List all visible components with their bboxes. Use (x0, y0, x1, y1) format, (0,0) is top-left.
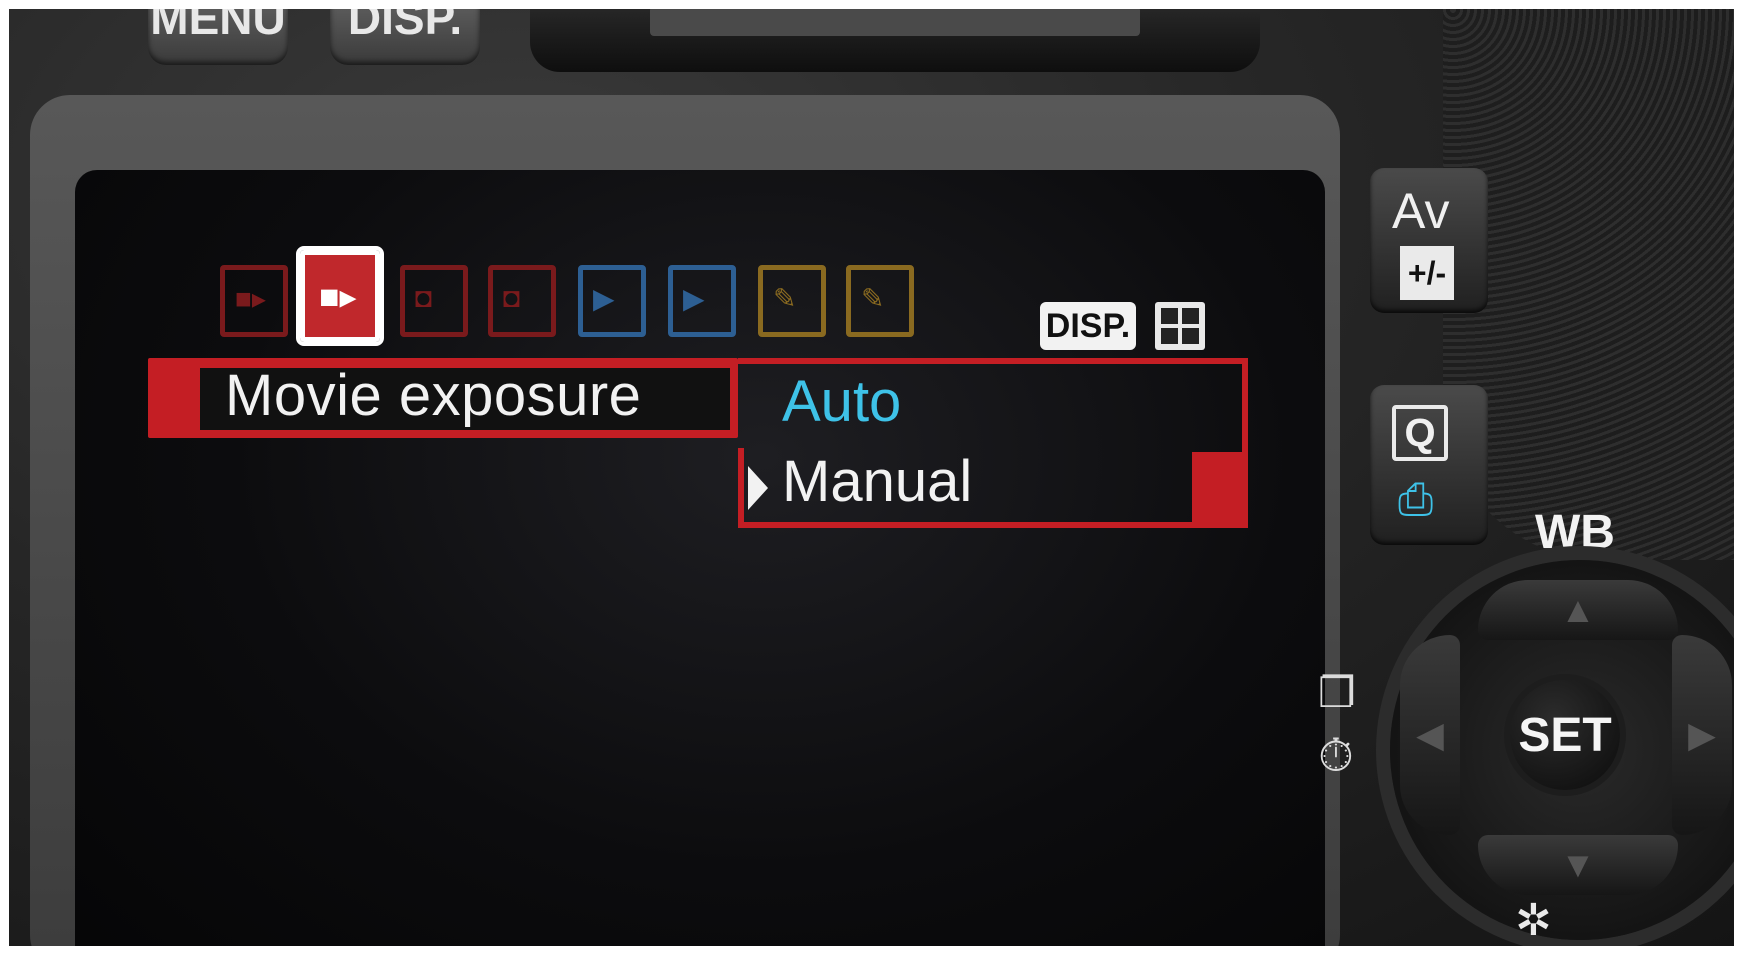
options-box-tail (1192, 452, 1248, 528)
quick-control-button[interactable]: Q ⎙ (1370, 385, 1488, 545)
menu-item-label: Movie exposure (225, 363, 642, 428)
av-button[interactable]: Av +/- (1370, 168, 1488, 313)
dpad-down[interactable]: ▼ (1478, 835, 1678, 895)
q-label: Q (1392, 405, 1448, 461)
tab-shoot-2[interactable]: ◘ (488, 265, 556, 337)
dpad-left[interactable]: ◀ (1400, 635, 1460, 835)
tab-playback-2[interactable]: ▶ (668, 265, 736, 337)
camera-icon: ◘ (503, 282, 520, 313)
tab-setup-1[interactable]: ✎ (758, 265, 826, 337)
set-button[interactable]: SET (1510, 680, 1620, 790)
exposure-compensation-icon: +/- (1400, 246, 1454, 300)
tab-playback-1[interactable]: ▶ (578, 265, 646, 337)
tab-setup-2[interactable]: ✎ (846, 265, 914, 337)
disp-button-label: DISP. (347, 0, 463, 44)
movie-camera-icon: ■▸ (319, 278, 357, 316)
camera-back-photo: MENU DISP. ■▸ ■▸ ◘ ◘ ▶ ▶ ✎ ✎ DISP. Movie… (0, 0, 1743, 955)
movie-camera-icon: ■▸ (235, 283, 266, 314)
menu-button-label: MENU (150, 0, 286, 44)
rubber-grip (1443, 0, 1743, 560)
wrench-icon: ✎ (773, 283, 797, 314)
wb-label: WB (1535, 506, 1615, 559)
viewfinder-eyecup (530, 0, 1260, 72)
disp-badge-label: DISP. (1045, 306, 1131, 345)
av-label: Av (1392, 183, 1450, 239)
menu-button[interactable]: MENU (148, 0, 288, 65)
set-label: SET (1518, 708, 1612, 762)
option-auto[interactable]: Auto (782, 368, 901, 435)
viewfinder-window (650, 6, 1140, 36)
arrow-up-icon: ▲ (1560, 589, 1596, 630)
dpad-right[interactable]: ▶ (1672, 635, 1732, 835)
print-icon: ⎙ (1398, 475, 1434, 524)
disp-badge: DISP. (1040, 302, 1136, 350)
arrow-down-icon: ▼ (1560, 844, 1596, 885)
tab-shoot-1[interactable]: ◘ (400, 265, 468, 337)
drive-mode-icon: ❐ (1318, 669, 1356, 716)
tab-movie-2[interactable]: ■▸ (296, 246, 384, 346)
selection-cursor-icon (748, 466, 768, 510)
playback-icon: ▶ (683, 283, 705, 314)
dpad-up[interactable]: ▲ (1478, 580, 1678, 640)
option-manual[interactable]: Manual (782, 448, 972, 515)
flash-icon: ✲ (1515, 896, 1552, 945)
disp-button[interactable]: DISP. (330, 0, 480, 65)
arrow-right-icon: ▶ (1688, 714, 1716, 755)
grid-icon (1155, 302, 1205, 350)
arrow-left-icon: ◀ (1416, 714, 1444, 755)
playback-icon: ▶ (593, 283, 615, 314)
wrench-icon: ✎ (861, 283, 885, 314)
camera-icon: ◘ (415, 282, 432, 313)
self-timer-icon: ⏱ (1318, 729, 1354, 781)
tab-movie-1[interactable]: ■▸ (220, 265, 288, 337)
